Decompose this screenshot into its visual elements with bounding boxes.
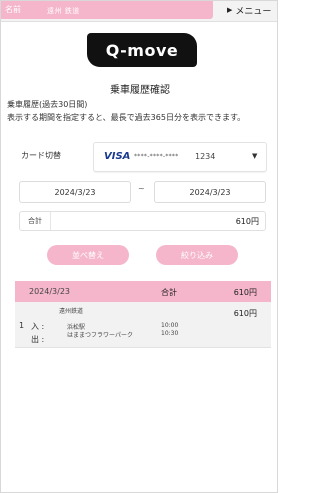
- entry-out-station: はままつフラワーパーク: [67, 332, 133, 339]
- app-logo: Q-move: [87, 33, 197, 67]
- total-summary: 合計 610円: [19, 211, 266, 231]
- date-from-field[interactable]: 2024/3/23: [19, 181, 131, 203]
- history-total-amount: 610円: [233, 288, 257, 297]
- menu-label: メニュー: [235, 6, 272, 17]
- visa-logo: VISA: [104, 151, 131, 162]
- user-name: 遠州 鉄道: [47, 7, 80, 15]
- history-date: 2024/3/23: [29, 287, 71, 296]
- top-bar: 名前 遠州 鉄道 ▶ メニュー: [1, 1, 277, 22]
- entry-in-time: 10:00: [161, 322, 179, 329]
- history-description: 表示する期間を指定すると、最長で過去365日分を表示できます。: [7, 113, 246, 122]
- history-total-label: 合計: [161, 288, 177, 297]
- entry-number: 1: [19, 321, 25, 330]
- card-select[interactable]: VISA ****-****-**** 1234 ▼: [93, 142, 267, 172]
- sort-button[interactable]: 並べ替え: [47, 245, 129, 265]
- card-last4: 1234: [195, 152, 216, 161]
- triangle-right-icon: ▶: [227, 6, 233, 14]
- date-separator: ~: [138, 184, 145, 193]
- user-name-bar: 名前 遠州 鉄道: [1, 1, 213, 19]
- date-to-field[interactable]: 2024/3/23: [154, 181, 266, 203]
- total-value: 610円: [235, 217, 259, 226]
- entry-in-label: 入 :: [31, 322, 45, 331]
- page-title: 乗車履歴確認: [110, 85, 170, 96]
- filter-button[interactable]: 絞り込み: [156, 245, 238, 265]
- name-label: 名前: [5, 5, 21, 14]
- card-switch-label: カード切替: [21, 151, 61, 160]
- entry-out-label: 出 :: [31, 335, 45, 344]
- history-date-header: 2024/3/23 合計 610円: [15, 281, 271, 302]
- card-masked-number: ****-****-****: [134, 153, 179, 160]
- entry-company: 遠州鉄道: [59, 308, 84, 315]
- entry-out-time: 10:30: [161, 330, 179, 337]
- total-label: 合計: [20, 212, 51, 230]
- history-entry[interactable]: 遠州鉄道 610円 1 入 : 出 : 浜松駅 はままつフラワーパーク 10:0…: [15, 302, 271, 348]
- menu-button[interactable]: ▶ メニュー: [227, 2, 271, 18]
- caret-down-icon: ▼: [252, 152, 258, 160]
- logo-text: Q-move: [105, 40, 179, 60]
- entry-amount: 610円: [233, 309, 257, 318]
- history-period: 乗車履歴(過去30日間): [7, 100, 88, 109]
- app-frame: 名前 遠州 鉄道 ▶ メニュー Q-move 乗車履歴確認 乗車履歴(過去30日…: [0, 0, 278, 493]
